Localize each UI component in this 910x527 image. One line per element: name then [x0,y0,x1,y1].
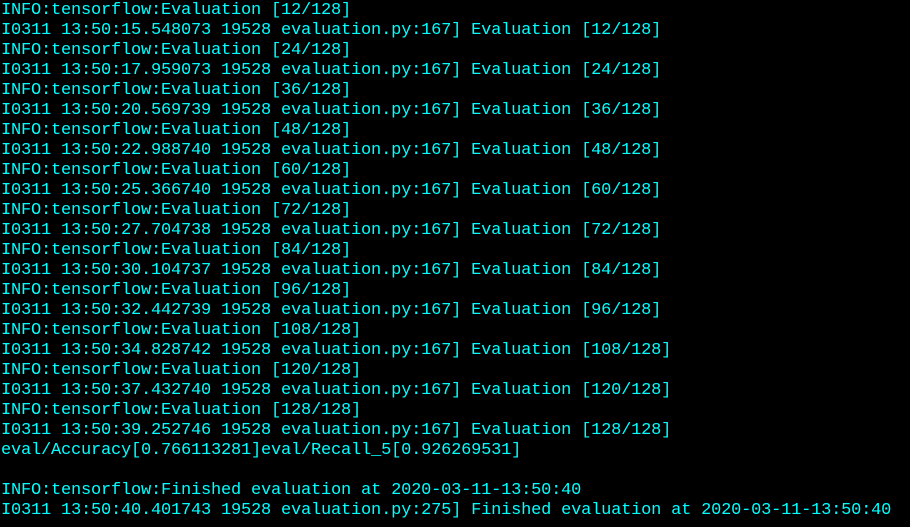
log-line: INFO:tensorflow:Evaluation [128/128] [1,401,362,420]
log-line: INFO:tensorflow:Evaluation [72/128] [1,201,352,220]
log-line: INFO:tensorflow:Evaluation [120/128] [1,361,362,380]
log-line: INFO:tensorflow:Evaluation [60/128] [1,161,352,180]
log-line: I0311 13:50:32.442739 19528 evaluation.p… [1,301,662,320]
log-line: INFO:tensorflow:Evaluation [36/128] [1,81,352,100]
log-line: I0311 13:50:40.401743 19528 evaluation.p… [1,501,892,520]
log-line: INFO:tensorflow:Evaluation [12/128] [1,1,352,20]
log-line: I0311 13:50:30.104737 19528 evaluation.p… [1,261,662,280]
log-line: I0311 13:50:39.252746 19528 evaluation.p… [1,421,672,440]
log-line: I0311 13:50:25.366740 19528 evaluation.p… [1,181,662,200]
log-line: I0311 13:50:22.988740 19528 evaluation.p… [1,141,662,160]
log-line: I0311 13:50:15.548073 19528 evaluation.p… [1,21,662,40]
log-line: INFO:tensorflow:Evaluation [96/128] [1,281,352,300]
metrics-line: eval/Accuracy[0.766113281]eval/Recall_5[… [1,441,522,460]
log-line: I0311 13:50:17.959073 19528 evaluation.p… [1,61,662,80]
terminal-output[interactable]: INFO:tensorflow:Evaluation [12/128] I031… [0,0,910,527]
log-line: INFO:tensorflow:Evaluation [24/128] [1,41,352,60]
log-line: I0311 13:50:20.569739 19528 evaluation.p… [1,101,662,120]
log-line: INFO:tensorflow:Evaluation [84/128] [1,241,352,260]
log-line: INFO:tensorflow:Finished evaluation at 2… [1,481,582,500]
log-line: INFO:tensorflow:Evaluation [48/128] [1,121,352,140]
log-line: INFO:tensorflow:Evaluation [108/128] [1,321,362,340]
log-line: I0311 13:50:34.828742 19528 evaluation.p… [1,341,672,360]
log-line: I0311 13:50:37.432740 19528 evaluation.p… [1,381,672,400]
log-line: I0311 13:50:27.704738 19528 evaluation.p… [1,221,662,240]
